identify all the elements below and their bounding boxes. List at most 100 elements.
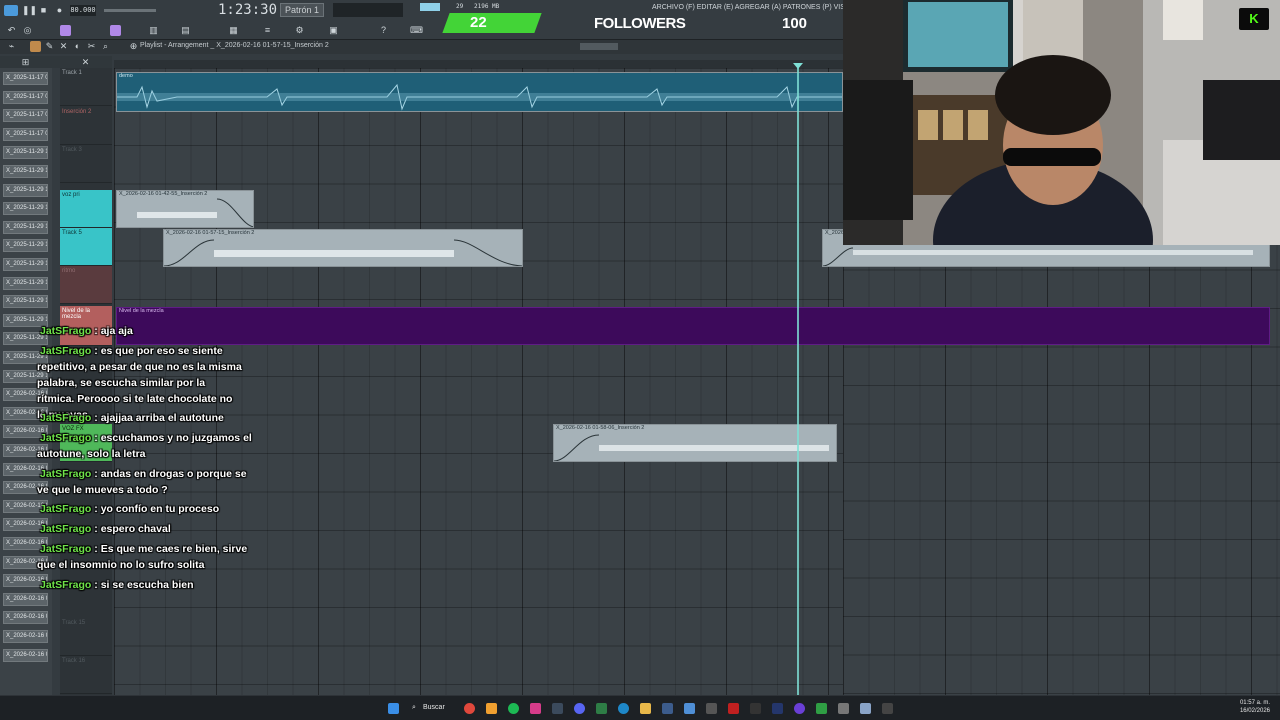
audio-clip-2[interactable]: X_2026-02-16 01-57-15_Inserción 2 [163,229,523,267]
pattern-list-item[interactable]: X_2025-11-29 1.. [3,165,48,178]
delete-tool-icon[interactable]: ✕ [58,41,69,52]
track-3-label: Track 3 [62,147,82,153]
pause-icon[interactable]: ❚❚ [22,5,37,16]
pattern-list-item[interactable]: X_2025-11-29 1.. [3,183,48,197]
app2-icon[interactable] [684,703,695,714]
pattern-list-item[interactable]: X_2025-11-29 1.. [3,276,48,290]
zoom-tool-icon[interactable]: ⌕ [100,41,111,52]
obs-icon[interactable] [794,703,805,714]
app5-icon[interactable] [750,703,761,714]
followers-goal: 100 [782,15,808,32]
app6-icon[interactable] [838,703,849,714]
chrome-icon[interactable] [464,703,475,714]
pattern-list-item[interactable]: X_2025-11-29 1.. [3,202,48,216]
pattern-list-item[interactable]: X_2025-11-17 0.. [3,127,48,141]
app4-icon[interactable] [728,703,739,714]
help-icon[interactable]: ? [378,25,389,36]
snap-icon[interactable]: ◎ [22,25,33,36]
pattern-list-item[interactable]: X_2025-11-29 1.. [3,239,48,253]
keyboard-icon[interactable]: ⌨ [410,25,423,36]
record-icon[interactable]: ● [54,5,65,16]
pattern-list-item[interactable]: X_2026-02-16 0.. [3,592,48,606]
chat-text: : escuchamos y no juzgamos el [91,432,252,444]
app-icon[interactable] [596,703,607,714]
hint-icon[interactable] [4,5,18,16]
pattern-list-item[interactable]: X_2025-11-17 0.. [3,109,48,123]
chat-text: : Es que me caes re bien, sirve [91,543,248,555]
pattern-list-item[interactable]: X_2025-11-17 0.. [3,72,48,85]
pattern-selector[interactable]: Patrón 1 [280,3,324,17]
volume-slider[interactable] [104,9,156,12]
track-4-label: voz pri [62,192,80,198]
discord-icon[interactable] [574,703,585,714]
browser-icon[interactable]: ≡ [262,25,273,36]
app7-icon[interactable] [882,703,893,714]
mixer-icon[interactable]: ▥ [148,25,159,36]
channel-rack-icon[interactable]: ▦ [228,25,239,36]
bpm-display[interactable]: 80.000 [70,5,96,16]
pattern-list-item[interactable]: X_2025-11-17 0.. [3,90,48,104]
chat-username: JatSFrago [40,325,92,337]
paint-tool-icon[interactable]: ✎ [44,41,55,52]
photoshop-icon[interactable] [772,703,783,714]
playlist-mode-icon[interactable] [60,25,71,36]
plugin-icon[interactable]: ⚙ [294,25,305,36]
track-header-16[interactable]: Track 16 [60,656,112,694]
mute-tool-icon[interactable]: ◐ [72,41,83,52]
song-mode-icon[interactable] [110,25,121,36]
store-icon[interactable] [662,703,673,714]
snap-magnet-icon[interactable]: ⌁ [6,41,17,52]
pattern-list-item[interactable]: X_2026-02-16 0.. [3,630,48,643]
chat-username: JatSFrago [40,523,92,535]
playlist-icon: ⊕ [129,41,138,51]
track-header-2[interactable]: Inserción 2 [60,107,112,145]
instagram-icon[interactable] [530,703,541,714]
add-pattern-icon[interactable]: ⊞ [20,57,31,68]
horizontal-scrollbar[interactable] [580,43,618,50]
clip-2-waveform [164,239,522,266]
steam-icon[interactable] [552,703,563,714]
timeline-ruler[interactable] [114,60,843,68]
automation-clip-title: Nivel de la mezcla [119,308,164,314]
file-explorer-icon[interactable] [640,703,651,714]
collapse-icon[interactable]: ✕ [80,57,91,68]
slice-tool-icon[interactable]: ✂ [86,41,97,52]
clock-time: 01:57 a. m. [1239,700,1270,706]
track-header-3[interactable]: Track 3 [60,145,112,183]
audio-clip-demo[interactable]: demo [116,72,843,112]
audio-clip-3[interactable]: X_2026-02-16 01-58-06_Inserción 2 [553,424,837,462]
edge-icon[interactable] [618,703,629,714]
track-1-label: Track 1 [62,70,82,76]
xbox-icon[interactable] [816,703,827,714]
chat-username: JatSFrago [40,579,92,591]
search-label: Buscar [423,704,445,711]
track-header-6[interactable]: ritmo [60,266,112,304]
playhead[interactable] [797,68,799,695]
track-header-1[interactable]: Track 1 [60,68,112,106]
track-header-15[interactable]: Track 15 [60,618,112,656]
pattern-list-item[interactable]: X_2026-02-16 0.. [3,648,48,662]
pattern-list-item[interactable]: X_2025-11-29 1.. [3,146,48,160]
track-header-4[interactable]: voz pri [60,190,112,228]
undo-icon[interactable]: ↶ [6,25,17,36]
fl-studio-icon[interactable] [486,703,497,714]
save-icon[interactable]: ▣ [328,25,339,36]
pattern-list-item[interactable]: X_2025-11-29 1.. [3,258,48,271]
app3-icon[interactable] [706,703,717,714]
windows-start-icon[interactable] [388,703,399,714]
taskbar-search[interactable]: ⌕ Buscar [409,701,457,715]
system-clock[interactable]: 01:57 a. m. 16/02/2026 [1240,699,1270,715]
audio-clip-1[interactable]: X_2026-02-16 01-42-55_Inserción 2 [116,190,254,228]
track-2-label: Inserción 2 [62,108,92,115]
track-header-5[interactable]: Track 5 [60,228,112,266]
draw-tool-icon[interactable] [30,41,41,52]
stop-icon[interactable]: ■ [38,5,49,16]
chat-username: JatSFrago [40,432,92,444]
chat-message: JatSFrago : andas en drogas o porque se v… [37,466,297,498]
spotify-icon[interactable] [508,703,519,714]
settings-icon[interactable] [860,703,871,714]
piano-roll-icon[interactable]: ▤ [180,25,191,36]
pattern-list-item[interactable]: X_2025-11-29 1.. [3,220,48,234]
pattern-list-item[interactable]: X_2025-11-29 1.. [3,295,48,309]
pattern-list-item[interactable]: X_2026-02-16 0.. [3,611,48,625]
